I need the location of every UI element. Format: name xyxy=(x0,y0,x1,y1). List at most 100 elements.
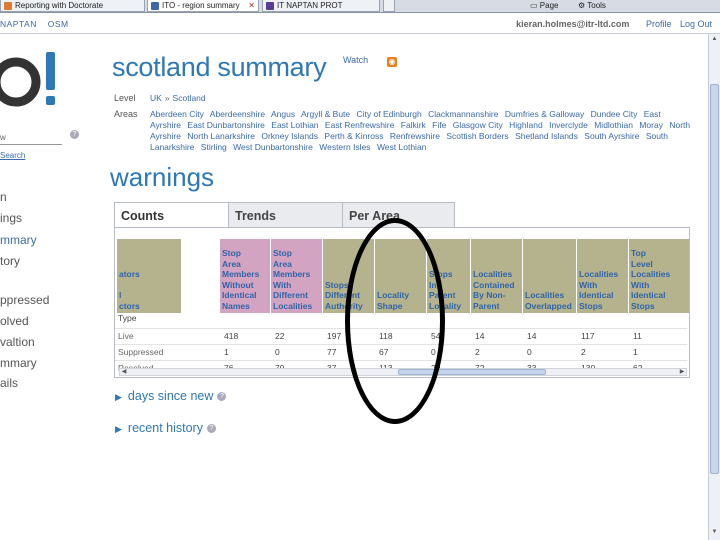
scroll-down-icon[interactable]: ▼ xyxy=(710,529,719,538)
table-cell[interactable]: 418 xyxy=(220,331,238,341)
area-link[interactable]: Orkney Islands xyxy=(261,131,318,141)
column-header-line: Stops xyxy=(631,300,655,311)
area-link[interactable]: South Ayrshire xyxy=(584,131,639,141)
area-link[interactable]: Highland xyxy=(509,120,543,130)
scroll-up-icon[interactable]: ▲ xyxy=(710,36,719,45)
column-header-line: With xyxy=(631,279,650,290)
new-tab-button[interactable] xyxy=(383,0,395,12)
sidebar-item[interactable]: tory xyxy=(0,254,20,268)
column-header[interactable]: Localities Overlapped xyxy=(523,239,576,313)
sidebar-item[interactable]: mmary xyxy=(0,356,37,370)
area-link[interactable]: Scottish Borders xyxy=(446,131,508,141)
table-cell[interactable]: 0 xyxy=(271,347,280,357)
area-link[interactable]: East Lothian xyxy=(271,120,318,130)
table-cell[interactable]: 2 xyxy=(471,347,480,357)
help-icon[interactable]: ? xyxy=(217,392,227,401)
area-link[interactable]: Stirling xyxy=(201,142,227,152)
area-link[interactable]: Shetland Islands xyxy=(515,131,578,141)
site-logo[interactable] xyxy=(0,44,64,114)
area-link[interactable]: Moray xyxy=(639,120,663,130)
tab-trends[interactable]: Trends xyxy=(228,202,343,228)
sidebar-item[interactable]: n xyxy=(0,190,7,204)
page-menu[interactable]: ▭ Page xyxy=(530,0,558,12)
scroll-right-icon[interactable]: ▶ xyxy=(678,368,686,376)
column-header[interactable]: Stop Area Members With Different Localities xyxy=(271,239,322,313)
browser-tab[interactable]: IT NAPTAN PROT xyxy=(262,0,380,12)
column-header-line: Area xyxy=(222,258,241,269)
area-link[interactable]: Perth & Kinross xyxy=(324,131,383,141)
area-link[interactable]: Argyll & Bute xyxy=(301,109,350,119)
scroll-left-icon[interactable]: ◀ xyxy=(120,368,128,376)
page-scrollbar[interactable]: ▲ ▼ xyxy=(708,34,720,540)
area-link[interactable]: West Dunbartonshire xyxy=(233,142,313,152)
table-cell[interactable]: 14 xyxy=(523,331,536,341)
area-link[interactable]: Aberdeen City xyxy=(150,109,204,119)
column-header-line xyxy=(119,280,179,291)
table-cell[interactable]: 14 xyxy=(471,331,484,341)
browser-tab[interactable]: Reporting with Doctorate xyxy=(0,0,145,12)
table-cell[interactable]: 0 xyxy=(523,347,532,357)
area-link[interactable]: North Lanarkshire xyxy=(187,131,255,141)
rss-icon[interactable]: ◉ xyxy=(387,57,397,67)
area-link[interactable]: Renfrewshire xyxy=(390,131,440,141)
area-link[interactable]: Fife xyxy=(432,120,446,130)
area-link[interactable]: Dumfries & Galloway xyxy=(505,109,584,119)
nav-osm[interactable]: OSM xyxy=(48,19,69,29)
sidebar-item[interactable]: ings xyxy=(0,211,22,225)
area-link[interactable]: Falkirk xyxy=(401,120,426,130)
nav-naptan[interactable]: NAPTAN xyxy=(0,19,37,29)
tab-counts[interactable]: Counts xyxy=(114,202,229,228)
sidebar-item[interactable]: valtion xyxy=(0,335,35,349)
watch-link[interactable]: Watch xyxy=(343,55,368,65)
table-cell[interactable]: 197 xyxy=(323,331,341,341)
sidebar-item[interactable]: olved xyxy=(0,314,29,328)
area-link[interactable]: West Lothian xyxy=(377,142,426,152)
area-link[interactable]: Dundee City xyxy=(591,109,638,119)
sidebar-item[interactable]: ppressed xyxy=(0,293,49,307)
breadcrumb-uk[interactable]: UK xyxy=(150,93,162,103)
table-cell[interactable]: 2 xyxy=(577,347,586,357)
search-input[interactable]: w xyxy=(0,133,6,142)
area-link[interactable]: Inverclyde xyxy=(549,120,588,130)
browser-tab-strip: Reporting with Doctorate ITO - region su… xyxy=(0,0,720,13)
level-label: Level xyxy=(114,93,136,103)
breadcrumb-scotland[interactable]: Scotland xyxy=(173,93,206,103)
area-link[interactable]: Aberdeenshire xyxy=(210,109,265,119)
sidebar-item-active[interactable]: mmary xyxy=(0,233,37,247)
logout-link[interactable]: Log Out xyxy=(680,19,712,29)
table-cell[interactable]: 1 xyxy=(629,347,638,357)
column-header-line: Parent xyxy=(473,300,500,311)
help-icon[interactable]: ? xyxy=(70,130,79,139)
recent-history-toggle[interactable]: ▶ recent history? xyxy=(115,421,216,435)
column-header[interactable]: ators l ctors xyxy=(117,239,181,313)
table-cell[interactable]: 77 xyxy=(323,347,336,357)
table-cell[interactable]: 1 xyxy=(220,347,229,357)
area-link[interactable]: Clackmannanshire xyxy=(428,109,498,119)
area-link[interactable]: Midlothian xyxy=(594,120,633,130)
tools-menu[interactable]: ⚙ Tools xyxy=(578,0,606,12)
table-cell[interactable]: 11 xyxy=(629,331,642,341)
column-header[interactable]: Stop Area Members Without Identical Names xyxy=(220,239,270,313)
area-link[interactable]: East Dunbartonshire xyxy=(187,120,265,130)
profile-link[interactable]: Profile xyxy=(646,19,672,29)
column-header[interactable]: Top Level Localities With Identical Stops xyxy=(629,239,689,313)
days-since-new-toggle[interactable]: ▶ days since new? xyxy=(115,389,227,403)
page-scrollbar-thumb[interactable] xyxy=(710,84,719,474)
area-link[interactable]: Western Isles xyxy=(319,142,370,152)
table-cell[interactable]: 22 xyxy=(271,331,284,341)
column-header[interactable]: Localities Contained By Non- Parent xyxy=(471,239,522,313)
row-label: Suppressed xyxy=(118,347,164,357)
sidebar-item[interactable]: ails xyxy=(0,376,18,390)
close-icon[interactable]: ✕ xyxy=(248,0,255,11)
browser-tab-active[interactable]: ITO - region summary ✕ xyxy=(147,0,259,12)
area-link[interactable]: Angus xyxy=(271,109,295,119)
table-cell[interactable]: 117 xyxy=(577,331,595,341)
area-link[interactable]: City of Edinburgh xyxy=(357,109,422,119)
column-header[interactable]: Localities With Identical Stops xyxy=(577,239,628,313)
area-link[interactable]: Glasgow City xyxy=(453,120,503,130)
area-link[interactable]: East Renfrewshire xyxy=(325,120,394,130)
search-link[interactable]: Search xyxy=(0,151,25,160)
help-icon[interactable]: ? xyxy=(206,424,216,433)
column-header-line: Stop xyxy=(273,248,292,258)
column-header-line: Names xyxy=(222,300,250,311)
